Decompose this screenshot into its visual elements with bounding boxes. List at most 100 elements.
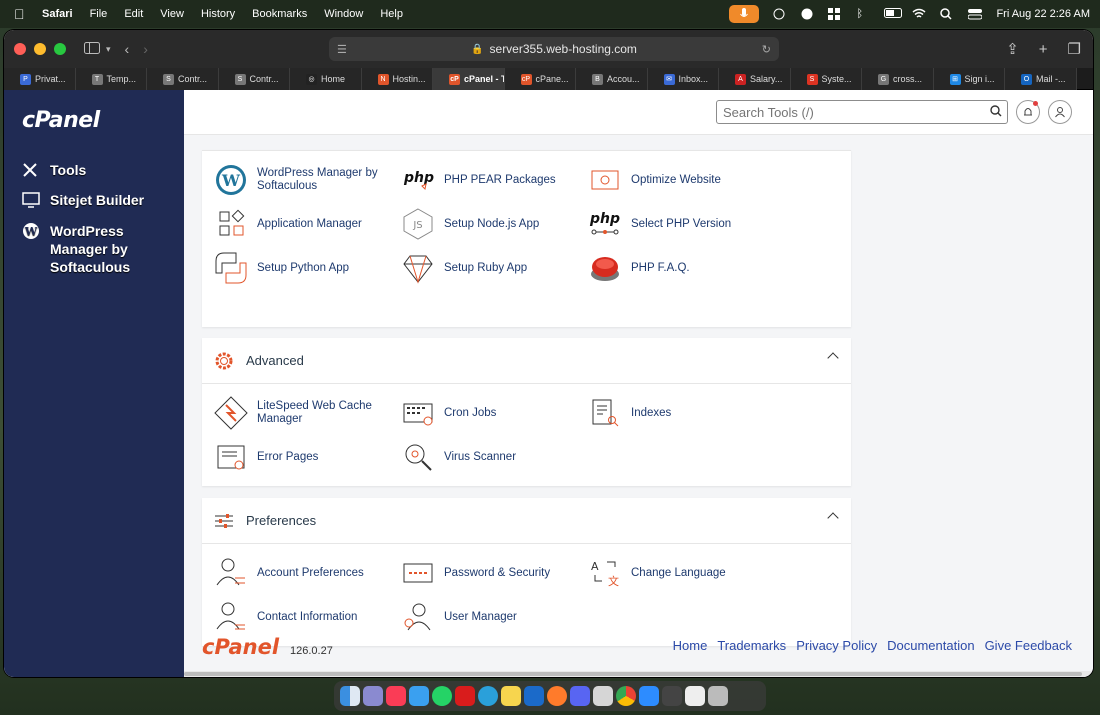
- reload-icon[interactable]: ↻: [762, 43, 771, 56]
- menu-file[interactable]: File: [90, 8, 108, 20]
- tab-overview-icon[interactable]: ❐: [1068, 40, 1081, 58]
- sidebar-toggle-icon[interactable]: [84, 41, 100, 57]
- sidebar-item-wordpress[interactable]: W WordPress Manager by Softaculous: [22, 222, 152, 276]
- browser-tab[interactable]: N Hostin...: [361, 68, 433, 90]
- telegram-icon[interactable]: [478, 686, 498, 706]
- browser-tab[interactable]: ⊞ Sign i...: [933, 68, 1005, 90]
- chevron-down-icon[interactable]: ▾: [106, 44, 111, 55]
- zoom-window-button[interactable]: [54, 43, 66, 55]
- tool-application-manager[interactable]: Application Manager: [214, 207, 387, 241]
- browser-tab[interactable]: ◎ Home: [290, 68, 362, 90]
- control-center-icon[interactable]: [967, 8, 983, 20]
- footer-link-feedback[interactable]: Give Feedback: [985, 638, 1072, 653]
- cpanel-logo[interactable]: cPanel: [22, 108, 100, 133]
- acrobat-icon[interactable]: [455, 686, 475, 706]
- windows-app-icon[interactable]: [524, 686, 544, 706]
- menu-history[interactable]: History: [201, 8, 235, 20]
- tool-account-preferences[interactable]: Account Preferences: [214, 556, 387, 590]
- minimize-window-button[interactable]: [34, 43, 46, 55]
- launchpad-icon[interactable]: [363, 686, 383, 706]
- menu-window[interactable]: Window: [324, 8, 363, 20]
- tool-indexes[interactable]: Indexes: [588, 396, 761, 430]
- tool-virus-scanner[interactable]: Virus Scanner: [401, 440, 574, 474]
- browser-tab[interactable]: S Contr...: [218, 68, 290, 90]
- menu-help[interactable]: Help: [380, 8, 403, 20]
- footer-link-documentation[interactable]: Documentation: [887, 638, 974, 653]
- address-bar[interactable]: ☰ 🔒 server355.web-hosting.com ↻: [329, 37, 779, 61]
- footer-link-home[interactable]: Home: [673, 638, 708, 653]
- user-menu-button[interactable]: [1048, 100, 1072, 124]
- apple-icon[interactable]: : [14, 6, 28, 22]
- whatsapp-icon[interactable]: [432, 686, 452, 706]
- browser-tab[interactable]: S Contr...: [147, 68, 219, 90]
- microphone-icon[interactable]: [729, 5, 760, 23]
- browser-tab[interactable]: B Accou...: [576, 68, 648, 90]
- airplay-icon[interactable]: [772, 8, 787, 20]
- browser-tab[interactable]: cP cPanel - To...: [433, 68, 505, 90]
- advanced-header[interactable]: Advanced: [202, 338, 851, 384]
- browser-tab[interactable]: S Syste...: [790, 68, 862, 90]
- page-menu-icon[interactable]: ☰: [337, 43, 347, 56]
- menu-edit[interactable]: Edit: [124, 8, 143, 20]
- chevron-up-icon[interactable]: [827, 352, 839, 364]
- menu-view[interactable]: View: [160, 8, 184, 20]
- new-tab-icon[interactable]: +: [1039, 41, 1048, 58]
- remote-desktop-icon[interactable]: [593, 686, 613, 706]
- firefox-icon[interactable]: [547, 686, 567, 706]
- tool-user-manager[interactable]: User Manager: [401, 600, 574, 634]
- browser-tab[interactable]: O Mail -...: [1005, 68, 1077, 90]
- tool-setup-nodejs[interactable]: JS Setup Node.js App: [401, 207, 574, 241]
- chevron-up-icon[interactable]: [827, 512, 839, 524]
- browser-tab[interactable]: Gcross...: [862, 68, 934, 90]
- music-icon[interactable]: [386, 686, 406, 706]
- wifi-icon[interactable]: [912, 8, 927, 20]
- browser-tab[interactable]: P Privat...: [4, 68, 76, 90]
- browser-tab[interactable]: ✉ Inbox...: [647, 68, 719, 90]
- tool-error-pages[interactable]: Error Pages: [214, 440, 387, 474]
- tool-password-security[interactable]: Password & Security: [401, 556, 574, 590]
- zoom-icon[interactable]: [639, 686, 659, 706]
- browser-tab[interactable]: A Salary...: [719, 68, 791, 90]
- tool-change-language[interactable]: A文 Change Language: [588, 556, 761, 590]
- documents-icon[interactable]: [685, 686, 705, 706]
- safari-icon[interactable]: [409, 686, 429, 706]
- close-window-button[interactable]: [14, 43, 26, 55]
- notifications-button[interactable]: [1016, 100, 1040, 124]
- calculator-icon[interactable]: [662, 686, 682, 706]
- footer-link-trademarks[interactable]: Trademarks: [717, 638, 786, 653]
- tool-php-faq[interactable]: PHP F.A.Q.: [588, 251, 761, 285]
- footer-cpanel-logo[interactable]: cPanel: [202, 635, 279, 659]
- finder-icon[interactable]: [340, 686, 360, 706]
- trash-icon[interactable]: [708, 686, 728, 706]
- tool-setup-python[interactable]: Setup Python App: [214, 251, 387, 285]
- search-icon[interactable]: [990, 105, 1002, 120]
- tool-contact-information[interactable]: Contact Information: [214, 600, 387, 634]
- battery-status-icon[interactable]: [800, 8, 815, 20]
- tool-setup-ruby[interactable]: Setup Ruby App: [401, 251, 574, 285]
- forward-button[interactable]: ›: [143, 41, 148, 57]
- horizontal-scrollbar[interactable]: [184, 671, 1093, 677]
- back-button[interactable]: ‹: [125, 41, 130, 57]
- chrome-icon[interactable]: [616, 686, 636, 706]
- tool-php-pear[interactable]: php PHP PEAR Packages: [401, 163, 574, 197]
- clock[interactable]: Fri Aug 22 2:26 AM: [996, 8, 1090, 20]
- menu-bookmarks[interactable]: Bookmarks: [252, 8, 307, 20]
- menu-app-name[interactable]: Safari: [42, 8, 73, 20]
- sidebar-item-tools[interactable]: Tools: [22, 162, 86, 181]
- browser-tab[interactable]: T Temp...: [75, 68, 147, 90]
- share-icon[interactable]: ⇪: [1006, 40, 1019, 58]
- tool-litespeed-cache[interactable]: LiteSpeed Web Cache Manager: [214, 396, 387, 430]
- bluetooth-icon[interactable]: ᛒ: [856, 8, 871, 20]
- scrollbar-thumb[interactable]: [184, 672, 1082, 676]
- browser-tab[interactable]: cP cPane...: [504, 68, 576, 90]
- tool-wordpress-manager[interactable]: W WordPress Manager by Softaculous: [214, 163, 387, 197]
- footer-link-privacy[interactable]: Privacy Policy: [796, 638, 877, 653]
- discord-icon[interactable]: [570, 686, 590, 706]
- grid-icon[interactable]: [828, 8, 843, 20]
- notes-icon[interactable]: [501, 686, 521, 706]
- preferences-header[interactable]: Preferences: [202, 498, 851, 544]
- tool-select-php-version[interactable]: php Select PHP Version: [588, 207, 761, 241]
- sidebar-item-sitejet[interactable]: Sitejet Builder: [22, 192, 144, 211]
- search-tools-input[interactable]: [716, 100, 1008, 124]
- battery-icon[interactable]: [884, 8, 903, 20]
